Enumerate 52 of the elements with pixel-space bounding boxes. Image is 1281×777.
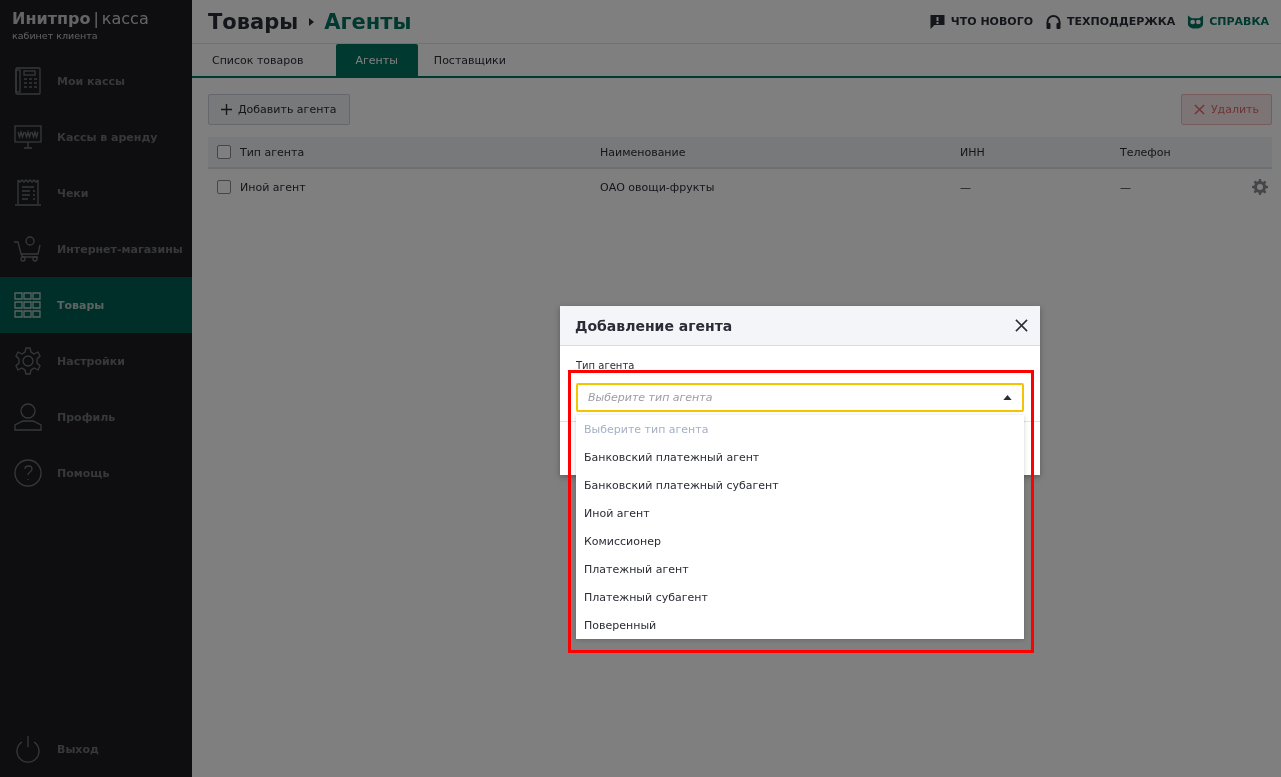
dropdown-option[interactable]: Платежный агент <box>576 555 1024 583</box>
header-link[interactable]: СПРАВКА <box>1187 13 1269 30</box>
logo-divider: | <box>93 9 99 28</box>
agent-type-select[interactable]: Выберите тип агента <box>576 383 1024 412</box>
sidebar-item[interactable]: Товары <box>0 277 192 333</box>
owl-icon <box>1187 13 1205 30</box>
brand-name: Инитпро <box>12 9 91 28</box>
page-title: Агенты <box>324 9 412 34</box>
select-all-checkbox[interactable] <box>217 145 231 159</box>
grid-icon <box>13 290 43 320</box>
tab[interactable]: Список товаров <box>208 44 324 76</box>
brand-subtitle: кабинет клиента <box>12 30 99 41</box>
column-header: Телефон <box>1120 145 1172 159</box>
close-icon <box>1193 104 1205 115</box>
power-icon <box>13 734 43 764</box>
dropdown-option[interactable]: Поверенный <box>576 611 1024 639</box>
field-label: Тип агента <box>576 360 636 372</box>
dropdown-option[interactable]: Комиссионер <box>576 527 1024 555</box>
cash-register-icon <box>13 66 43 96</box>
table-cell-text: — <box>960 180 972 194</box>
headset-icon <box>1045 13 1063 30</box>
table-cell-text: Иной агент <box>240 180 307 194</box>
table-cell-text: — <box>1120 180 1132 194</box>
message-icon <box>928 13 946 30</box>
monitor-icon <box>13 122 43 152</box>
brand-product: касса <box>101 9 149 28</box>
help-icon <box>13 458 43 488</box>
close-icon[interactable] <box>1015 319 1028 332</box>
column-header: ИНН <box>960 145 986 159</box>
shopping-cart-icon <box>13 234 43 264</box>
receipt-icon <box>13 178 43 208</box>
person-icon <box>13 402 43 432</box>
column-header: Наименование <box>600 145 687 159</box>
dropdown-option[interactable]: Иной агент <box>576 499 1024 527</box>
row-checkbox[interactable] <box>217 180 231 194</box>
plus-icon <box>221 104 232 115</box>
header-link[interactable]: ЧТО НОВОГО <box>928 13 1034 30</box>
settings-icon <box>13 346 43 376</box>
settings-icon[interactable] <box>1252 179 1268 195</box>
dropdown-option[interactable]: Банковский платежный агент <box>576 443 1024 471</box>
tab[interactable]: Агенты <box>335 44 418 76</box>
caret-icon <box>1003 395 1012 400</box>
add-agent-button[interactable]: Добавить агента <box>208 94 350 125</box>
dropdown-option[interactable]: Платежный субагент <box>576 583 1024 611</box>
breadcrumb-parent[interactable]: Товары <box>208 9 299 34</box>
column-header: Тип агента <box>240 145 306 159</box>
tab[interactable]: Поставщики <box>429 44 526 76</box>
dropdown-option[interactable]: Банковский платежный субагент <box>576 471 1024 499</box>
breadcrumb-arrow-icon <box>308 17 315 26</box>
dialog-title: Добавление агента <box>575 317 733 334</box>
header-link[interactable]: ТЕХПОДДЕРЖКА <box>1045 13 1176 30</box>
table-cell-text: ОАО овощи-фрукты <box>600 180 716 194</box>
